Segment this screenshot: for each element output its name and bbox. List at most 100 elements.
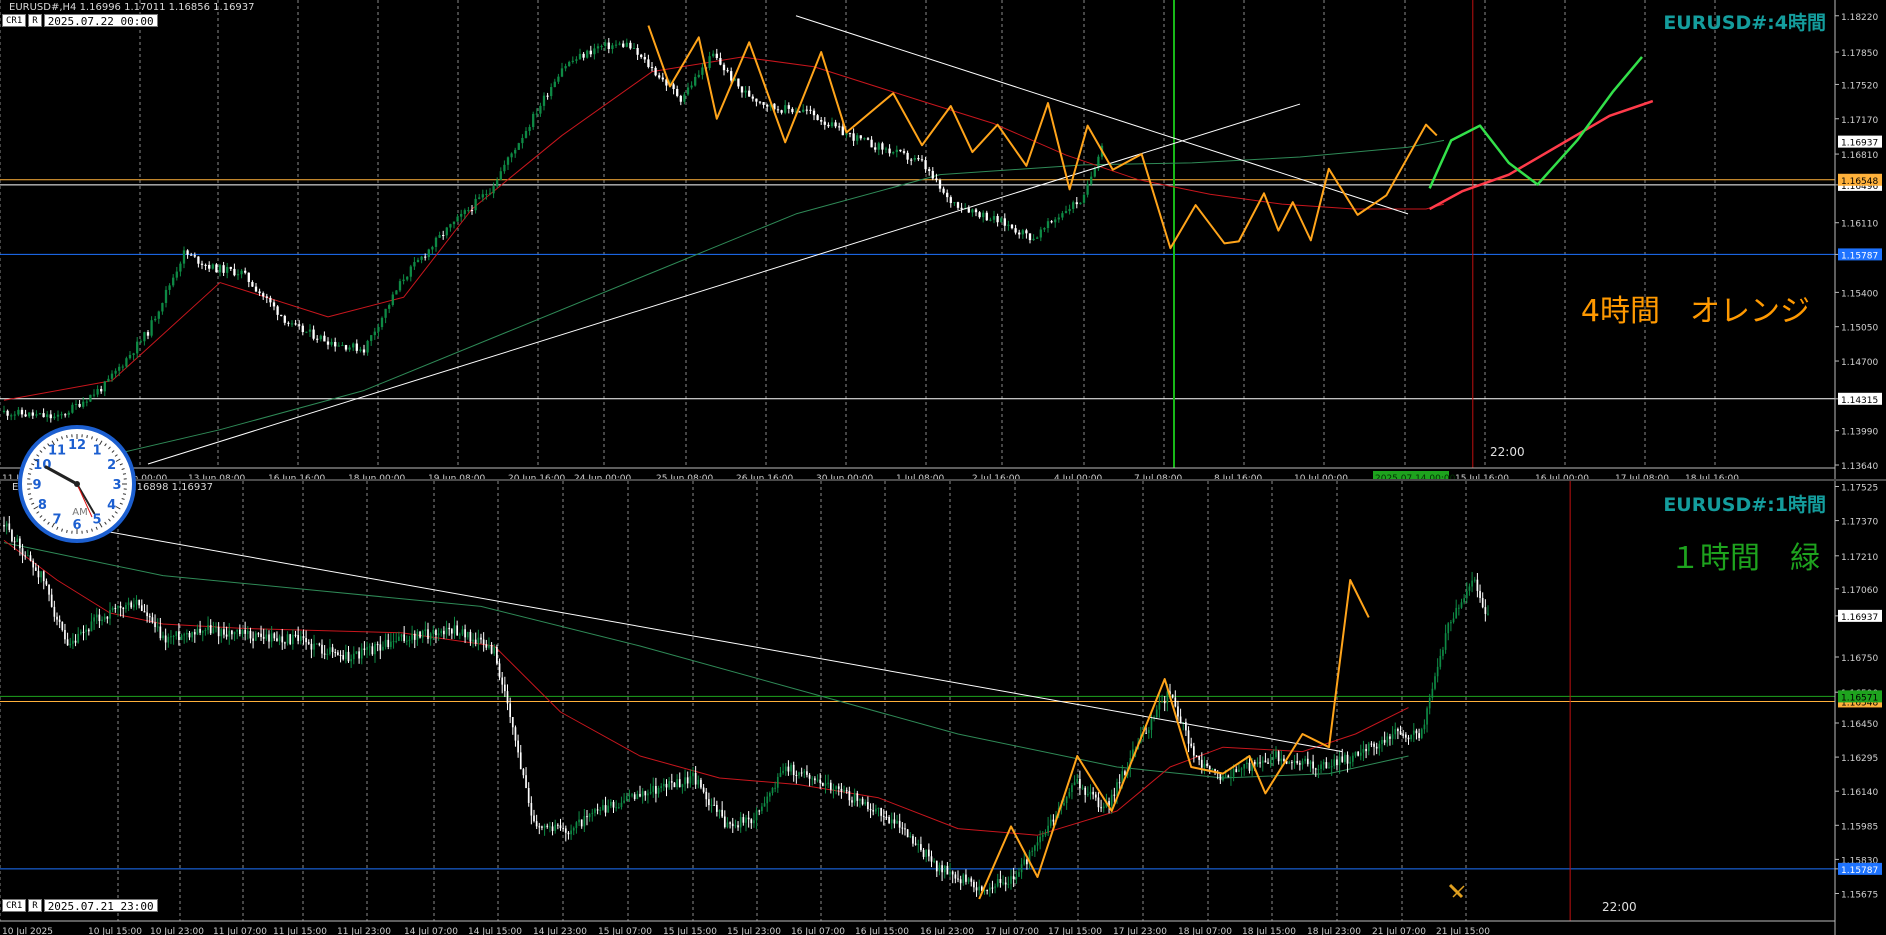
candle-body [832, 788, 835, 790]
candle-body [388, 305, 391, 309]
candle-body [1253, 761, 1256, 765]
candle-body [506, 157, 510, 165]
clock-numeral: 9 [32, 478, 41, 493]
h4-crosshair-time: 2025.07.22 00:00 [43, 14, 158, 28]
h4-chip-cr1[interactable]: CR1 [2, 14, 27, 27]
h4-chart-pane[interactable]: 1.18220 1.17850 1.17520 1.17170 1.16810 1.164… [0, 0, 1886, 480]
candle-body [159, 626, 162, 639]
candle-body [53, 416, 56, 419]
candle-body [362, 349, 366, 353]
candle-body [913, 157, 916, 160]
candle-body [183, 634, 186, 636]
candle-body [710, 804, 713, 806]
h1-chip-cr1[interactable]: CR1 [2, 899, 27, 912]
candle-body [164, 289, 168, 303]
candle-body [1402, 734, 1405, 736]
candle-body [820, 120, 823, 122]
candle-body [402, 279, 405, 282]
candle-body [265, 634, 268, 639]
candle-body [543, 825, 546, 828]
candle-body [460, 213, 463, 217]
candle-body [1145, 732, 1147, 734]
candle-body [530, 802, 533, 816]
price-label: 1.13640 [1841, 462, 1878, 472]
candle-body [424, 629, 427, 632]
candle-body [678, 779, 681, 788]
candle-body [582, 53, 585, 58]
clock-numeral: 3 [112, 478, 121, 493]
candle-body [542, 95, 546, 106]
candle-body [917, 157, 920, 160]
candle-body [58, 619, 61, 622]
h1-chart[interactable]: 1.17525 1.17370 1.17210 1.17060 1.16937 1.167… [0, 481, 1886, 935]
h4-chart[interactable]: 1.182201.178501.175201.171701.168101.164… [0, 0, 1886, 480]
candle-body [157, 311, 160, 319]
candle-body [652, 786, 655, 792]
candle-body [464, 629, 466, 638]
time-label: 17 Jul 15:00 [1048, 927, 1102, 935]
candle-body [1328, 767, 1330, 769]
h1-chart-pane[interactable]: 1.17525 1.17370 1.17210 1.17060 1.16937 1.167… [0, 481, 1886, 935]
candle-body [834, 122, 837, 127]
candle-body [379, 644, 382, 651]
candle-body [109, 609, 111, 619]
candle-body [996, 216, 999, 223]
candle-body [233, 631, 236, 635]
candle-body [485, 193, 488, 195]
candle-body [42, 413, 45, 418]
candle-body [244, 270, 247, 273]
candle-body [856, 793, 859, 801]
clock-widget[interactable]: 12 1 2 3 4 5 6 7 8 9 10 11 AM [18, 425, 136, 543]
candle-body [472, 639, 474, 642]
candle-body [355, 651, 358, 654]
candle-body [1439, 655, 1442, 667]
candle-body [731, 823, 734, 827]
candle-body [493, 646, 496, 654]
candle-body [967, 208, 970, 213]
candle-body [809, 109, 812, 111]
h1-chip-r[interactable]: R [28, 899, 42, 912]
candle-body [445, 627, 448, 635]
candle-body [538, 826, 541, 828]
candle-body [589, 50, 592, 55]
candle-body [782, 770, 784, 773]
candle-body [1468, 586, 1471, 591]
candle-body [69, 643, 72, 646]
candle-body [1378, 744, 1381, 749]
candle-body [661, 77, 664, 80]
candle-body [791, 108, 794, 113]
candle-body [557, 76, 560, 82]
candle-body [524, 130, 528, 138]
candle-body [1161, 701, 1163, 703]
candle-body [93, 617, 95, 622]
candle-body [138, 599, 140, 606]
pencil-icon[interactable] [1448, 883, 1465, 899]
candle-body [859, 798, 861, 801]
candle-body [949, 871, 951, 875]
price-label: 1.17850 [1841, 49, 1878, 59]
candle-body [384, 639, 387, 647]
candle-body [208, 264, 211, 269]
candle-body [617, 807, 620, 809]
time-label: 15 Jul 15:00 [663, 927, 717, 935]
candle-body [204, 629, 207, 631]
candle-body [35, 414, 38, 416]
candle-body [461, 629, 464, 635]
candle-body [591, 812, 594, 814]
candle-body [611, 45, 614, 49]
price-label: 1.15050 [1841, 324, 1878, 334]
candle-body [1039, 229, 1042, 238]
candle-body [571, 60, 574, 62]
candle-body [492, 186, 495, 194]
candle-body [1444, 633, 1447, 650]
candle-body [197, 256, 200, 264]
candle-body [1195, 755, 1198, 757]
candle-body [1025, 230, 1028, 234]
candle-body [986, 890, 988, 892]
time-label: 14 Jul 15:00 [468, 927, 522, 935]
h4-chip-r[interactable]: R [28, 14, 42, 27]
candle-body [1050, 221, 1053, 223]
candle-body [49, 414, 52, 419]
candle-body [78, 403, 81, 407]
candle-body [179, 263, 182, 272]
